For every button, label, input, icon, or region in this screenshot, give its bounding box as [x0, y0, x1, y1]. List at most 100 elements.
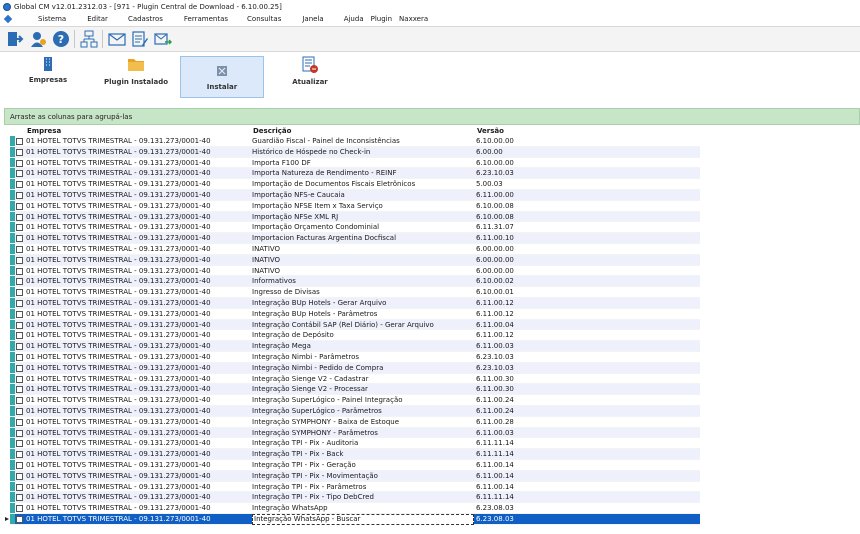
table-row[interactable]: 01 HOTEL TOTVS TRIMESTRAL - 09.131.273/0… [10, 395, 700, 406]
row-checkbox[interactable] [16, 461, 23, 469]
table-row[interactable]: 01 HOTEL TOTVS TRIMESTRAL - 09.131.273/0… [10, 179, 700, 190]
table-row[interactable]: 01 HOTEL TOTVS TRIMESTRAL - 09.131.273/0… [10, 341, 700, 352]
table-row[interactable]: 01 HOTEL TOTVS TRIMESTRAL - 09.131.273/0… [10, 351, 700, 363]
table-row[interactable]: 01 HOTEL TOTVS TRIMESTRAL - 09.131.273/0… [10, 189, 700, 201]
row-checkbox[interactable] [16, 267, 23, 275]
row-checkbox[interactable] [16, 505, 23, 513]
table-row[interactable]: 01 HOTEL TOTVS TRIMESTRAL - 09.131.273/0… [10, 211, 700, 223]
empresas-button[interactable]: Empresas [26, 56, 70, 96]
row-checkbox[interactable] [16, 191, 23, 199]
network-icon[interactable] [77, 28, 100, 50]
group-by-panel[interactable]: Arraste as colunas para agrupá-las [4, 108, 860, 125]
atualizar-button[interactable]: Atualizar [288, 56, 332, 96]
app-menu-icon[interactable] [5, 15, 14, 24]
row-checkbox[interactable] [16, 407, 23, 415]
plugin-instalado-button[interactable]: Plugin Instalado [100, 56, 172, 96]
row-checkbox[interactable] [16, 440, 23, 448]
table-row[interactable]: 01 HOTEL TOTVS TRIMESTRAL - 09.131.273/0… [10, 222, 700, 234]
table-row[interactable]: 01 HOTEL TOTVS TRIMESTRAL - 09.131.273/0… [10, 330, 700, 342]
row-checkbox[interactable] [16, 386, 23, 394]
table-row[interactable]: 01 HOTEL TOTVS TRIMESTRAL - 09.131.273/0… [10, 449, 700, 460]
table-row[interactable]: 01 HOTEL TOTVS TRIMESTRAL - 09.131.273/0… [10, 459, 700, 471]
table-row[interactable]: 01 HOTEL TOTVS TRIMESTRAL - 09.131.273/0… [10, 438, 700, 450]
table-row[interactable]: 01 HOTEL TOTVS TRIMESTRAL - 09.131.273/0… [10, 416, 700, 428]
table-row[interactable]: 01 HOTEL TOTVS TRIMESTRAL - 09.131.273/0… [10, 200, 700, 212]
row-checkbox[interactable] [16, 343, 23, 351]
table-row[interactable]: 01 HOTEL TOTVS TRIMESTRAL - 09.131.273/0… [10, 470, 700, 482]
row-checkbox[interactable] [16, 213, 23, 221]
row-checkbox[interactable] [16, 353, 23, 361]
table-row[interactable]: 01 HOTEL TOTVS TRIMESTRAL - 09.131.273/0… [10, 146, 700, 158]
table-row[interactable]: 01 HOTEL TOTVS TRIMESTRAL - 09.131.273/0… [10, 243, 700, 255]
row-checkbox[interactable] [16, 472, 23, 480]
column-header-empresa[interactable]: Empresa [27, 127, 61, 135]
menu-ferramentas[interactable]: Ferramentas [184, 15, 228, 23]
row-checkbox[interactable] [16, 299, 23, 307]
table-row[interactable]: 01 HOTEL TOTVS TRIMESTRAL - 09.131.273/0… [10, 254, 700, 266]
table-row[interactable]: 01 HOTEL TOTVS TRIMESTRAL - 09.131.273/0… [10, 492, 700, 504]
exit-icon[interactable] [3, 28, 26, 50]
menu-janela[interactable]: Janela [302, 15, 323, 23]
table-row[interactable]: 01 HOTEL TOTVS TRIMESTRAL - 09.131.273/0… [5, 513, 700, 525]
table-row[interactable]: 01 HOTEL TOTVS TRIMESTRAL - 09.131.273/0… [10, 265, 700, 277]
menu-sistema[interactable]: Sistema [38, 15, 66, 23]
table-row[interactable]: 01 HOTEL TOTVS TRIMESTRAL - 09.131.273/0… [10, 287, 700, 298]
row-checkbox[interactable] [16, 397, 23, 405]
table-row[interactable]: 01 HOTEL TOTVS TRIMESTRAL - 09.131.273/0… [10, 297, 700, 309]
row-checkbox[interactable] [16, 224, 23, 232]
user-icon[interactable] [26, 28, 49, 50]
table-row[interactable]: 01 HOTEL TOTVS TRIMESTRAL - 09.131.273/0… [10, 319, 700, 331]
row-checkbox[interactable] [16, 181, 23, 189]
instalar-button[interactable]: Instalar [180, 56, 264, 98]
row-checkbox[interactable] [16, 310, 23, 318]
menu-plugin[interactable]: Plugin [371, 15, 392, 23]
table-row[interactable]: 01 HOTEL TOTVS TRIMESTRAL - 09.131.273/0… [10, 362, 700, 374]
row-checkbox[interactable] [16, 375, 23, 383]
row-checkbox[interactable] [16, 451, 23, 459]
row-checkbox[interactable] [16, 138, 23, 145]
cell-versao: 6.10.00.02 [476, 277, 514, 286]
row-checkbox[interactable] [16, 429, 23, 437]
table-row[interactable]: 01 HOTEL TOTVS TRIMESTRAL - 09.131.273/0… [10, 384, 700, 396]
row-checkbox[interactable] [16, 483, 23, 491]
folder-icon [128, 59, 144, 71]
mail-icon[interactable] [105, 28, 128, 50]
row-checkbox[interactable] [16, 332, 23, 340]
row-checkbox[interactable] [16, 278, 23, 286]
menu-ajuda[interactable]: Ajuda [344, 15, 364, 23]
table-row[interactable]: 01 HOTEL TOTVS TRIMESTRAL - 09.131.273/0… [10, 233, 700, 244]
menu-consultas[interactable]: Consultas [247, 15, 281, 23]
row-checkbox[interactable] [16, 321, 23, 329]
row-checkbox[interactable] [16, 494, 23, 502]
mail-send-icon[interactable] [151, 28, 174, 50]
row-checkbox[interactable] [16, 202, 23, 210]
column-header-descricao[interactable]: Descrição [253, 127, 291, 135]
row-checkbox[interactable] [16, 170, 23, 178]
row-checkbox[interactable] [16, 235, 23, 243]
building-icon [44, 57, 52, 71]
menu-naxxera[interactable]: Naxxera [399, 15, 428, 23]
menu-editar[interactable]: Editar [87, 15, 108, 23]
table-row[interactable]: 01 HOTEL TOTVS TRIMESTRAL - 09.131.273/0… [10, 481, 700, 493]
row-checkbox[interactable] [16, 245, 23, 253]
table-row[interactable]: 01 HOTEL TOTVS TRIMESTRAL - 09.131.273/0… [10, 276, 700, 288]
table-row[interactable]: 01 HOTEL TOTVS TRIMESTRAL - 09.131.273/0… [10, 136, 700, 147]
row-checkbox[interactable] [16, 256, 23, 264]
table-row[interactable]: 01 HOTEL TOTVS TRIMESTRAL - 09.131.273/0… [10, 405, 700, 417]
column-header-versao[interactable]: Versão [477, 127, 504, 135]
help-icon[interactable]: ? [49, 28, 72, 50]
table-row[interactable]: 01 HOTEL TOTVS TRIMESTRAL - 09.131.273/0… [10, 427, 700, 439]
row-checkbox[interactable] [16, 148, 23, 156]
row-checkbox[interactable] [16, 418, 23, 426]
table-row[interactable]: 01 HOTEL TOTVS TRIMESTRAL - 09.131.273/0… [10, 308, 700, 320]
menu-cadastros[interactable]: Cadastros [128, 15, 163, 23]
table-row[interactable]: 01 HOTEL TOTVS TRIMESTRAL - 09.131.273/0… [10, 503, 700, 514]
row-checkbox[interactable] [16, 159, 23, 167]
table-row[interactable]: 01 HOTEL TOTVS TRIMESTRAL - 09.131.273/0… [10, 157, 700, 169]
row-checkbox[interactable] [16, 515, 23, 523]
table-row[interactable]: 01 HOTEL TOTVS TRIMESTRAL - 09.131.273/0… [10, 373, 700, 385]
table-row[interactable]: 01 HOTEL TOTVS TRIMESTRAL - 09.131.273/0… [10, 168, 700, 180]
row-checkbox[interactable] [16, 364, 23, 372]
edit-list-icon[interactable] [128, 28, 151, 50]
row-checkbox[interactable] [16, 289, 23, 297]
